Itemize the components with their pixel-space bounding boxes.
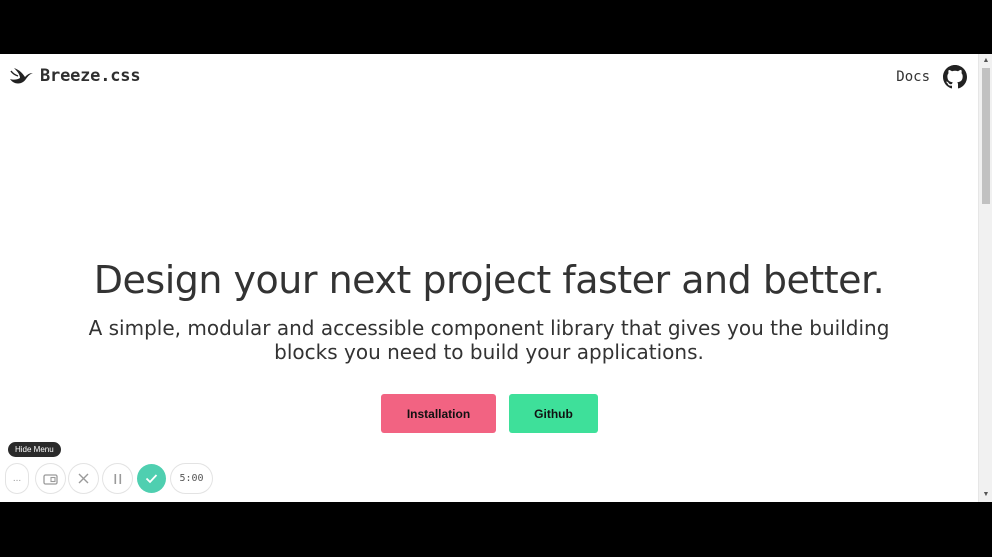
pause-recording-button[interactable] [103,464,132,493]
more-options-button[interactable]: ... [6,464,28,493]
close-icon [78,473,89,484]
finish-recording-button[interactable] [137,464,166,493]
swallow-logo-icon [10,68,33,84]
camera-icon [43,473,58,485]
brand-logo-link[interactable]: Breeze.css [8,65,141,87]
pause-icon [114,473,121,484]
recording-timer: 5:00 [171,464,212,493]
brand-name: Breeze.css [40,66,141,86]
docs-link[interactable]: Docs [896,69,930,85]
github-button[interactable]: Github [509,394,598,433]
scroll-thumb[interactable] [982,68,990,204]
more-icon: ... [12,473,22,484]
navbar: Breeze.css Docs [0,54,978,100]
installation-button[interactable]: Installation [381,394,496,433]
hero-subtitle: A simple, modular and accessible compone… [88,316,890,364]
cancel-recording-button[interactable] [69,464,98,493]
recorder-toolbar: Hide Menu ... 5:00 [6,442,226,494]
hide-menu-tooltip[interactable]: Hide Menu [8,442,61,457]
camera-toggle-button[interactable] [36,464,65,493]
browser-viewport: Breeze.css Docs Design your next project… [0,54,992,502]
scroll-down-arrow[interactable]: ▼ [981,490,991,500]
vertical-scrollbar[interactable]: ▲ ▼ [978,54,992,502]
scroll-up-arrow[interactable]: ▲ [981,56,991,66]
hero-title: Design your next project faster and bett… [93,258,885,302]
check-icon [145,474,158,484]
github-icon[interactable] [943,65,967,89]
